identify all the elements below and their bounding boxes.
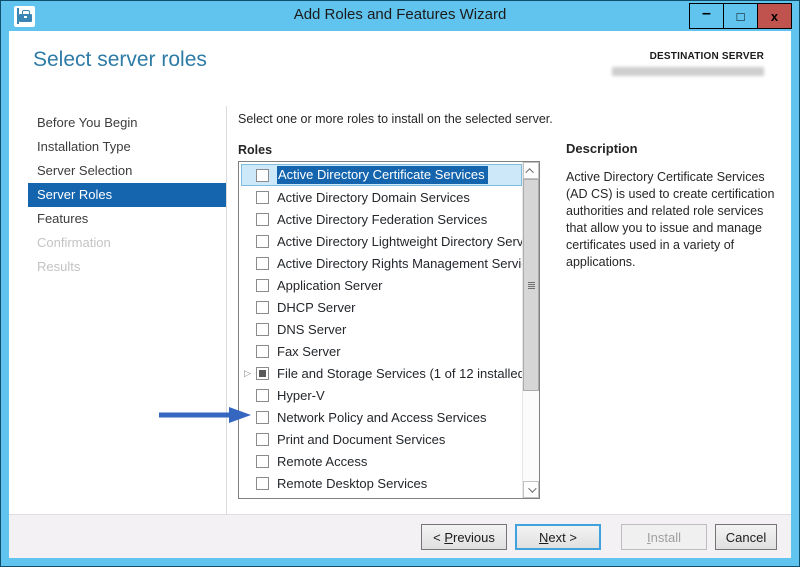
maximize-button[interactable]: □ [723, 3, 758, 29]
checkbox-unchecked[interactable] [256, 345, 269, 358]
checkbox-unchecked[interactable] [256, 279, 269, 292]
checkbox-unchecked[interactable] [256, 235, 269, 248]
checkbox-unchecked[interactable] [256, 477, 269, 490]
wizard-icon [14, 6, 35, 27]
next-button[interactable]: Next > [515, 524, 601, 550]
role-row-remote-access[interactable]: Remote Access [241, 450, 522, 472]
checkbox-unchecked[interactable] [256, 169, 269, 182]
checkbox-unchecked[interactable] [256, 191, 269, 204]
role-row-ad-lightweight-directory-services[interactable]: Active Directory Lightweight Directory S… [241, 230, 522, 252]
roles-scrollbar[interactable] [522, 162, 539, 498]
checkbox-unchecked[interactable] [256, 257, 269, 270]
scrollbar-thumb[interactable] [523, 179, 539, 391]
checkbox-unchecked[interactable] [256, 213, 269, 226]
checkbox-unchecked[interactable] [256, 389, 269, 402]
role-row-network-policy-and-access-services[interactable]: Network Policy and Access Services [241, 406, 522, 428]
roles-list-label: Roles [238, 143, 272, 157]
role-row-file-and-storage-services[interactable]: ▷ File and Storage Services (1 of 12 ins… [241, 362, 522, 384]
role-row-ad-rights-management-services[interactable]: Active Directory Rights Management Servi… [241, 252, 522, 274]
minimize-button[interactable]: – [689, 3, 724, 29]
sidebar-item-features[interactable]: Features [28, 207, 226, 231]
role-row-ad-domain-services[interactable]: Active Directory Domain Services [241, 186, 522, 208]
instruction-text: Select one or more roles to install on t… [238, 112, 553, 126]
scroll-up-button[interactable] [523, 162, 539, 179]
expander-icon[interactable]: ▷ [242, 369, 256, 378]
sidebar-item-installation-type[interactable]: Installation Type [28, 135, 226, 159]
role-row-application-server[interactable]: Application Server [241, 274, 522, 296]
page-title: Select server roles [33, 48, 207, 72]
previous-button[interactable]: < Previous [421, 524, 507, 550]
roles-listbox: Active Directory Certificate Services Ac… [238, 161, 540, 499]
window-title: Add Roles and Features Wizard [294, 6, 507, 23]
checkbox-unchecked[interactable] [256, 323, 269, 336]
checkbox-unchecked[interactable] [256, 433, 269, 446]
description-text: Active Directory Certificate Services (A… [566, 169, 780, 271]
close-button[interactable]: x [757, 3, 792, 29]
sidebar-item-confirmation: Confirmation [28, 231, 226, 255]
wizard-steps-nav: Before You Begin Installation Type Serve… [28, 111, 226, 279]
sidebar-divider [226, 106, 227, 518]
destination-server-redacted [612, 67, 764, 76]
cancel-button[interactable]: Cancel [715, 524, 777, 550]
role-row-print-and-document-services[interactable]: Print and Document Services [241, 428, 522, 450]
role-row-fax-server[interactable]: Fax Server [241, 340, 522, 362]
sidebar-item-server-roles[interactable]: Server Roles [28, 183, 226, 207]
chevron-down-icon [528, 484, 536, 492]
role-row-ad-certificate-services[interactable]: Active Directory Certificate Services [241, 164, 522, 186]
sidebar-item-server-selection[interactable]: Server Selection [28, 159, 226, 183]
checkbox-unchecked[interactable] [256, 411, 269, 424]
role-row-remote-desktop-services[interactable]: Remote Desktop Services [241, 472, 522, 494]
scroll-down-button[interactable] [523, 481, 539, 498]
checkbox-indeterminate[interactable] [256, 367, 269, 380]
sidebar-item-before-you-begin[interactable]: Before You Begin [28, 111, 226, 135]
role-row-ad-federation-services[interactable]: Active Directory Federation Services [241, 208, 522, 230]
scrollbar-grip-icon [528, 282, 535, 290]
footer-bar: < Previous Next > Install Cancel [9, 514, 791, 558]
role-row-hyper-v[interactable]: Hyper-V [241, 384, 522, 406]
checkbox-unchecked[interactable] [256, 455, 269, 468]
destination-server-label: DESTINATION SERVER [612, 51, 764, 62]
wizard-content: Select server roles DESTINATION SERVER B… [9, 31, 791, 558]
install-button[interactable]: Install [621, 524, 707, 550]
titlebar: Add Roles and Features Wizard – □ x [1, 1, 799, 31]
description-panel: Description Active Directory Certificate… [566, 141, 780, 271]
description-title: Description [566, 141, 780, 156]
wizard-window: Add Roles and Features Wizard – □ x Sele… [0, 0, 800, 567]
chevron-up-icon [525, 168, 533, 176]
role-row-dns-server[interactable]: DNS Server [241, 318, 522, 340]
sidebar-item-results: Results [28, 255, 226, 279]
roles-list-viewport: Active Directory Certificate Services Ac… [239, 162, 522, 498]
role-row-dhcp-server[interactable]: DHCP Server [241, 296, 522, 318]
destination-server-block: DESTINATION SERVER [612, 51, 764, 76]
checkbox-unchecked[interactable] [256, 301, 269, 314]
